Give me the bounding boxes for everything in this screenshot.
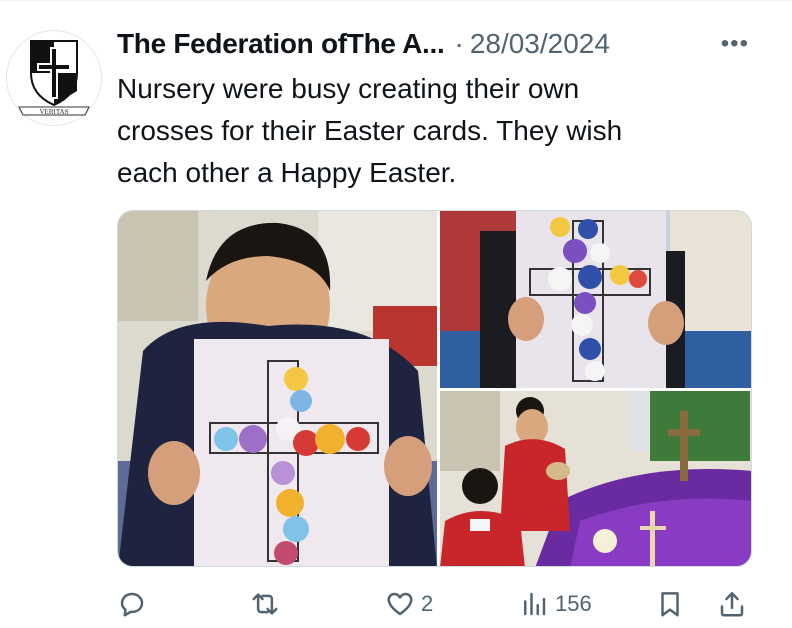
school-crest-icon: VERITAS — [18, 40, 90, 116]
more-options-icon[interactable]: ••• — [721, 30, 749, 58]
photo-boy-holding-cross-card[interactable] — [118, 211, 437, 566]
views-count: 156 — [555, 591, 592, 616]
views-button[interactable]: 156 — [519, 584, 592, 624]
heart-icon — [387, 592, 413, 616]
action-bar: 2 156 — [117, 584, 757, 624]
header-separator: · — [454, 28, 464, 59]
views-chart-icon — [524, 592, 546, 616]
svg-text:VERITAS: VERITAS — [40, 108, 69, 116]
photo-hands-holding-cross-card[interactable] — [440, 211, 751, 388]
media-grid — [117, 210, 752, 567]
share-icon — [720, 592, 744, 617]
tweet-date[interactable]: 28/03/2024 — [470, 28, 610, 60]
tweet-text: Nursery were busy creating their own cro… — [117, 73, 623, 188]
photo-children-at-easter-table[interactable] — [440, 391, 751, 566]
like-button[interactable]: 2 — [385, 584, 433, 624]
avatar[interactable]: VERITAS — [6, 30, 102, 126]
retweet-icon — [252, 593, 278, 615]
tweet-header: The Federation ofThe A... · 28/03/2024 •… — [117, 26, 777, 62]
bookmark-button[interactable] — [655, 584, 685, 624]
reply-button[interactable] — [117, 584, 153, 624]
share-button[interactable] — [717, 584, 747, 624]
reply-icon — [120, 592, 144, 617]
like-count: 2 — [421, 591, 434, 616]
bookmark-icon — [661, 592, 679, 617]
top-divider — [0, 0, 792, 1]
retweet-button[interactable] — [250, 584, 286, 624]
author-name[interactable]: The Federation ofThe A... — [117, 28, 445, 60]
